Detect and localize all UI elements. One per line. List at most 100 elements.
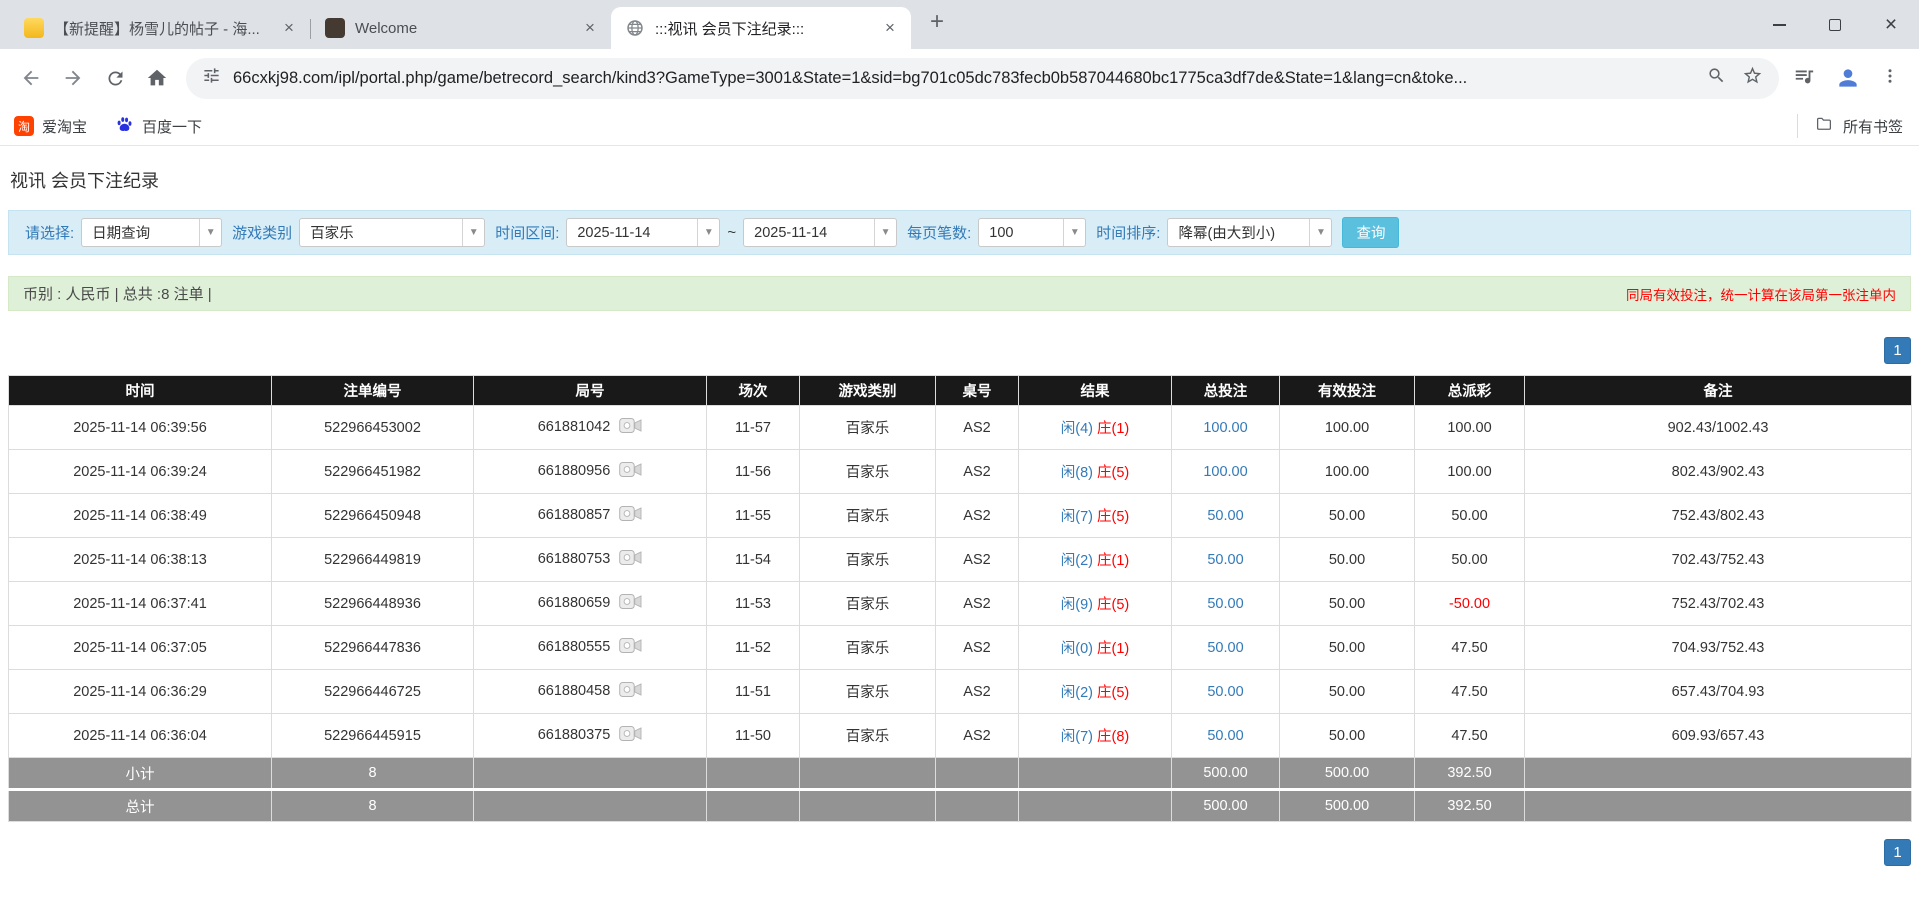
- chevron-down-icon[interactable]: ▼: [462, 219, 484, 246]
- query-button[interactable]: 查询: [1342, 217, 1400, 248]
- video-replay-icon: [619, 550, 642, 565]
- column-header: 桌号: [935, 375, 1019, 406]
- cell-bet-id: 522966453002: [271, 405, 474, 450]
- result-banker[interactable]: 庄(8): [1097, 729, 1129, 745]
- window-close-button[interactable]: ×: [1863, 0, 1919, 49]
- cell-payout: 47.50: [1414, 669, 1525, 714]
- video-replay-button[interactable]: [619, 505, 642, 526]
- total-bet-link[interactable]: 50.00: [1207, 640, 1243, 656]
- cell-round-id: 661880753: [473, 537, 707, 582]
- back-button[interactable]: [10, 57, 52, 99]
- page-number-button[interactable]: 1: [1884, 839, 1911, 866]
- chevron-down-icon[interactable]: ▼: [874, 219, 896, 246]
- total-bet-link[interactable]: 50.00: [1207, 552, 1243, 568]
- media-controls-icon[interactable]: [1793, 65, 1815, 92]
- result-player[interactable]: 闲(2): [1061, 553, 1093, 569]
- date-from-input[interactable]: 2025-11-14 ▼: [566, 218, 721, 247]
- bookmark-taobao[interactable]: 淘 爱淘宝: [14, 116, 87, 137]
- video-replay-icon: [619, 506, 642, 521]
- total-bet-link[interactable]: 50.00: [1207, 596, 1243, 612]
- address-bar[interactable]: 66cxkj98.com/ipl/portal.php/game/betreco…: [186, 57, 1779, 99]
- result-banker[interactable]: 庄(1): [1097, 421, 1129, 437]
- chevron-down-icon[interactable]: ▼: [1309, 219, 1331, 246]
- bookmark-baidu[interactable]: 百度一下: [115, 115, 202, 138]
- result-player[interactable]: 闲(0): [1061, 641, 1093, 657]
- cell-round-id: 661880375: [473, 713, 707, 758]
- tab-title: :::视讯 会员下注纪录:::: [655, 20, 805, 38]
- result-player[interactable]: 闲(8): [1061, 465, 1093, 481]
- result-banker[interactable]: 庄(1): [1097, 553, 1129, 569]
- window-maximize-button[interactable]: [1807, 0, 1863, 49]
- tab-forum[interactable]: 【新提醒】杨雪儿的帖子 - 海... ×: [10, 7, 310, 49]
- window-minimize-button[interactable]: [1751, 0, 1807, 49]
- result-player[interactable]: 闲(2): [1061, 685, 1093, 701]
- all-bookmarks-button[interactable]: 所有书签: [1796, 114, 1903, 138]
- column-header: 注单编号: [271, 375, 474, 406]
- result-player[interactable]: 闲(9): [1061, 597, 1093, 613]
- total-bet-link[interactable]: 50.00: [1207, 508, 1243, 524]
- total-bet-link[interactable]: 50.00: [1207, 728, 1243, 744]
- cell-session: 11-52: [706, 625, 800, 670]
- video-replay-button[interactable]: [619, 593, 642, 614]
- total-bet-link[interactable]: 50.00: [1207, 684, 1243, 700]
- maximize-icon: [1829, 18, 1841, 31]
- cell-payout: -50.00: [1414, 581, 1525, 626]
- result-player[interactable]: 闲(7): [1061, 729, 1093, 745]
- cell-time: 2025-11-14 06:37:41: [8, 581, 272, 626]
- result-player[interactable]: 闲(4): [1061, 421, 1093, 437]
- tab-close-icon[interactable]: ×: [579, 17, 601, 39]
- column-header: 总投注: [1171, 375, 1280, 406]
- cell-time: 2025-11-14 06:37:05: [8, 625, 272, 670]
- date-to-input[interactable]: 2025-11-14 ▼: [743, 218, 898, 247]
- cell-total-bet: 50.00: [1171, 713, 1280, 758]
- result-banker[interactable]: 庄(5): [1097, 509, 1129, 525]
- reload-button[interactable]: [94, 57, 136, 99]
- page-number-button[interactable]: 1: [1884, 337, 1911, 364]
- cell-table-no: AS2: [935, 449, 1019, 494]
- empty-cell: [473, 788, 707, 822]
- per-page-select[interactable]: 100 ▼: [978, 218, 1087, 247]
- result-banker[interactable]: 庄(5): [1097, 685, 1129, 701]
- cell-session: 11-55: [706, 493, 800, 538]
- cell-session: 11-53: [706, 581, 800, 626]
- result-banker[interactable]: 庄(1): [1097, 641, 1129, 657]
- bookmark-star-icon[interactable]: [1742, 65, 1763, 91]
- menu-icon[interactable]: [1881, 67, 1899, 90]
- zoom-icon[interactable]: [1707, 66, 1726, 90]
- cell-round-id: 661880956: [473, 449, 707, 494]
- result-player[interactable]: 闲(7): [1061, 509, 1093, 525]
- cell-result: 闲(7) 庄(5): [1018, 493, 1172, 538]
- total-bet-link[interactable]: 100.00: [1203, 464, 1247, 480]
- cell-game-type: 百家乐: [799, 449, 936, 494]
- video-replay-button[interactable]: [619, 549, 642, 570]
- site-info-icon[interactable]: [202, 66, 221, 90]
- cell-valid-bet: 50.00: [1279, 713, 1415, 758]
- chevron-down-icon[interactable]: ▼: [199, 219, 221, 246]
- cell-total-bet: 50.00: [1171, 625, 1280, 670]
- video-replay-button[interactable]: [619, 725, 642, 746]
- video-replay-button[interactable]: [619, 417, 642, 438]
- sort-select[interactable]: 降幂(由大到小) ▼: [1167, 218, 1333, 247]
- tab-welcome[interactable]: Welcome ×: [311, 7, 611, 49]
- home-button[interactable]: [136, 57, 178, 99]
- result-banker[interactable]: 庄(5): [1097, 465, 1129, 481]
- tab-close-icon[interactable]: ×: [278, 17, 300, 39]
- chevron-down-icon[interactable]: ▼: [697, 219, 719, 246]
- chevron-down-icon[interactable]: ▼: [1063, 219, 1085, 246]
- tab-close-icon[interactable]: ×: [879, 17, 901, 39]
- video-replay-button[interactable]: [619, 461, 642, 482]
- tab-bet-records[interactable]: :::视讯 会员下注纪录::: ×: [611, 7, 911, 49]
- profile-avatar[interactable]: [1831, 61, 1865, 95]
- game-type-select[interactable]: 百家乐 ▼: [299, 218, 486, 247]
- result-banker[interactable]: 庄(5): [1097, 597, 1129, 613]
- new-tab-button[interactable]: +: [919, 4, 955, 40]
- video-replay-button[interactable]: [619, 681, 642, 702]
- column-header: 备注: [1524, 375, 1912, 406]
- cell-payout: 100.00: [1414, 405, 1525, 450]
- total-bet-link[interactable]: 100.00: [1203, 420, 1247, 436]
- video-replay-button[interactable]: [619, 637, 642, 658]
- cell-table-no: AS2: [935, 713, 1019, 758]
- empty-cell: [1018, 788, 1172, 822]
- forward-button[interactable]: [52, 57, 94, 99]
- query-type-select[interactable]: 日期查询 ▼: [81, 218, 223, 247]
